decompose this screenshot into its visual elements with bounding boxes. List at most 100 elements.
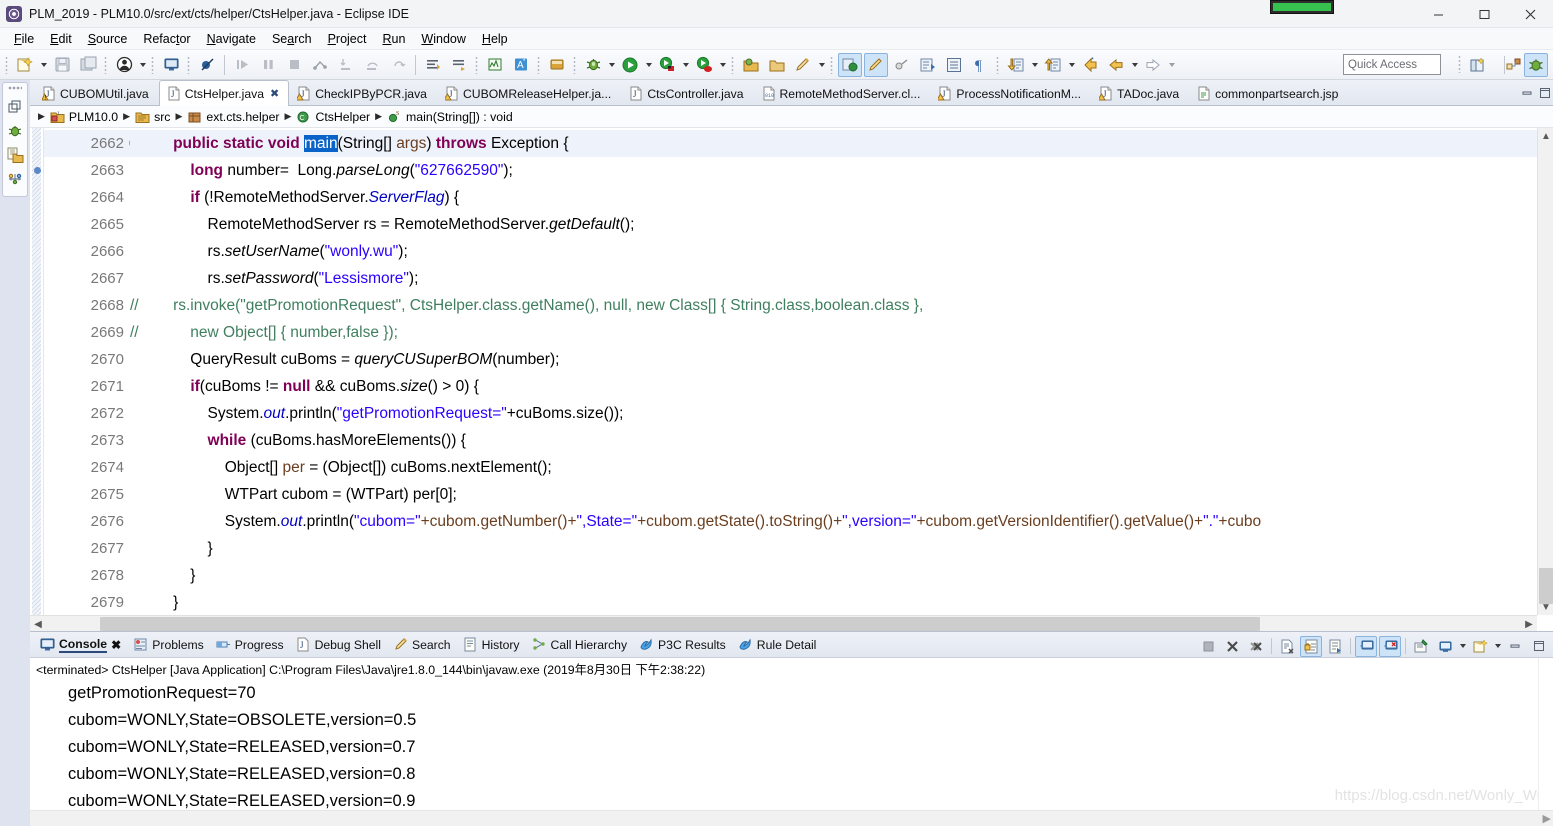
- toolbar-grip[interactable]: [4, 55, 10, 74]
- console-tab-rule-detail[interactable]: Rule Detail: [734, 637, 825, 652]
- code-line[interactable]: System.out.println("cubom="+cubom.getNum…: [130, 508, 1553, 535]
- editor-horizontal-scrollbar[interactable]: ◀ ▶: [30, 615, 1537, 631]
- breadcrumb-item-src[interactable]: src: [135, 110, 170, 124]
- maximize-console-icon[interactable]: [1528, 636, 1550, 657]
- next-annotation-icon[interactable]: [1004, 53, 1028, 77]
- debug-dropdown-icon[interactable]: [606, 53, 617, 77]
- console-tab-debug-shell[interactable]: J Debug Shell: [292, 637, 389, 652]
- console-tab-p3c-results[interactable]: P3C Results: [635, 637, 734, 652]
- run-dropdown-icon[interactable]: [643, 53, 654, 77]
- open-perspective-icon[interactable]: [1466, 53, 1490, 77]
- code-line[interactable]: }: [130, 535, 1553, 562]
- menu-project[interactable]: Project: [320, 30, 375, 48]
- console-output[interactable]: <terminated> CtsHelper [Java Application…: [30, 658, 1553, 826]
- editor-vertical-scrollbar[interactable]: ▲ ▼: [1537, 128, 1553, 615]
- new-java-package-icon[interactable]: [739, 53, 763, 77]
- toolbar-grip-4[interactable]: [186, 55, 192, 74]
- debug-icon[interactable]: [581, 53, 605, 77]
- disconnect-icon[interactable]: [308, 53, 332, 77]
- previous-edit-icon[interactable]: [916, 53, 940, 77]
- breadcrumb-item-project[interactable]: J PLM10.0: [50, 110, 118, 124]
- new-wizard-dropdown-icon[interactable]: [38, 53, 49, 77]
- menu-navigate[interactable]: Navigate: [199, 30, 264, 48]
- remove-all-launches-icon[interactable]: [1245, 636, 1267, 657]
- code-line[interactable]: if (!RemoteMethodServer.ServerFlag) {: [130, 184, 1553, 211]
- toolbar-grip-6[interactable]: [536, 55, 542, 74]
- editor-tab-cubomreleasehelper[interactable]: J CUBOMReleaseHelper.ja...: [437, 81, 621, 105]
- console-tab-console[interactable]: Console ✖: [36, 637, 129, 653]
- debug-perspective-icon[interactable]: [1524, 53, 1548, 77]
- minimize-editor-icon[interactable]: [1521, 87, 1533, 102]
- scroll-up-icon[interactable]: ▲: [1538, 128, 1553, 144]
- code-line[interactable]: }: [130, 589, 1553, 616]
- word-wrap-icon[interactable]: [1324, 636, 1346, 657]
- open-console-icon[interactable]: [1469, 636, 1491, 657]
- code-line[interactable]: QueryResult cuBoms = queryCUSuperBOM(num…: [130, 346, 1553, 373]
- pin-console-icon[interactable]: [1410, 636, 1432, 657]
- toolbar-grip-5[interactable]: [474, 55, 480, 74]
- toolbar-grip-3[interactable]: [150, 55, 156, 74]
- display-selected-console-icon[interactable]: [1434, 636, 1456, 657]
- annotation-dropdown-icon[interactable]: [816, 53, 827, 77]
- run-configurations-icon[interactable]: [655, 53, 679, 77]
- editor-tab-ctshelper[interactable]: J CtsHelper.java ✖: [158, 80, 290, 106]
- previous-annotation-icon[interactable]: [1041, 53, 1065, 77]
- toolbar-grip-7[interactable]: [572, 55, 578, 74]
- debug-view-icon[interactable]: [4, 119, 26, 143]
- back-icon[interactable]: [1104, 53, 1128, 77]
- forward-dropdown-icon[interactable]: [1166, 53, 1177, 77]
- maximize-editor-icon[interactable]: [1539, 87, 1551, 102]
- save-all-icon[interactable]: [76, 53, 100, 77]
- breadcrumb-item-method[interactable]: S main(String[]) : void: [387, 110, 513, 124]
- step-over-icon[interactable]: [360, 53, 384, 77]
- editor-tab-tadoc[interactable]: J TADoc.java: [1091, 81, 1189, 105]
- open-type-icon[interactable]: [483, 53, 507, 77]
- last-edit-location-icon[interactable]: *: [1078, 53, 1102, 77]
- breakpoint-marker-icon[interactable]: [34, 167, 41, 174]
- open-console-dropdown-icon[interactable]: [1492, 634, 1503, 658]
- breadcrumb-item-package[interactable]: ext.cts.helper: [187, 110, 280, 124]
- editor-tab-ctscontroller[interactable]: J CtsController.java: [621, 81, 753, 105]
- console-tab-search[interactable]: Search: [389, 637, 459, 652]
- code-line[interactable]: // rs.invoke("getPromotionRequest", CtsH…: [130, 292, 1553, 319]
- coverage-dropdown-icon[interactable]: [717, 53, 728, 77]
- java-perspective-icon[interactable]: [1502, 53, 1526, 77]
- rail-grip[interactable]: [8, 86, 22, 92]
- editor-tab-cubomutil[interactable]: J ! CUBOMUtil.java: [34, 81, 159, 105]
- console-horizontal-scrollbar[interactable]: ▶: [30, 810, 1553, 826]
- console-vertical-scrollbar[interactable]: [1538, 658, 1553, 810]
- outline-icon[interactable]: [4, 167, 26, 191]
- code-line[interactable]: WTPart cubom = (WTPart) per[0];: [130, 481, 1553, 508]
- toggle-breakpoint-icon[interactable]: [838, 52, 862, 77]
- remove-launch-icon[interactable]: [1221, 636, 1243, 657]
- run-icon[interactable]: [618, 53, 642, 77]
- console-tab-progress[interactable]: Progress: [212, 637, 292, 652]
- code-line[interactable]: if(cuBoms != null && cuBoms.size() > 0) …: [130, 373, 1553, 400]
- mark-occurrences-icon[interactable]: [864, 52, 888, 77]
- run-config-dropdown-icon[interactable]: [680, 53, 691, 77]
- open-console-icon[interactable]: [159, 53, 183, 77]
- console-tab-problems[interactable]: Problems: [129, 637, 211, 652]
- scroll-right-icon[interactable]: ▶: [1521, 616, 1537, 632]
- menu-help[interactable]: Help: [474, 30, 516, 48]
- open-task-icon[interactable]: [890, 53, 914, 77]
- code-line[interactable]: System.out.println("getPromotionRequest=…: [130, 400, 1553, 427]
- step-into-icon[interactable]: [334, 53, 358, 77]
- package-explorer-icon[interactable]: [4, 143, 26, 167]
- close-tab-icon[interactable]: ✖: [111, 638, 121, 652]
- terminate-icon[interactable]: [282, 53, 306, 77]
- previous-annotation-dropdown-icon[interactable]: [1066, 53, 1077, 77]
- link-icon[interactable]: [447, 53, 471, 77]
- new-wizard-icon[interactable]: [13, 53, 37, 77]
- minimize-console-icon[interactable]: [1504, 636, 1526, 657]
- code-line[interactable]: }: [130, 562, 1553, 589]
- annotation-icon[interactable]: [791, 53, 815, 77]
- editor-tab-remotemethodserver[interactable]: 010 RemoteMethodServer.cl...: [754, 81, 931, 105]
- toolbar-grip-10[interactable]: [995, 55, 1001, 74]
- toolbar-grip-11[interactable]: [1457, 55, 1463, 73]
- code-line[interactable]: RemoteMethodServer rs = RemoteMethodServ…: [130, 211, 1553, 238]
- back-dropdown-icon[interactable]: [1129, 53, 1140, 77]
- new-java-class-icon[interactable]: [765, 53, 789, 77]
- suspend-icon[interactable]: [256, 53, 280, 77]
- toolbar-grip-2[interactable]: [103, 55, 109, 74]
